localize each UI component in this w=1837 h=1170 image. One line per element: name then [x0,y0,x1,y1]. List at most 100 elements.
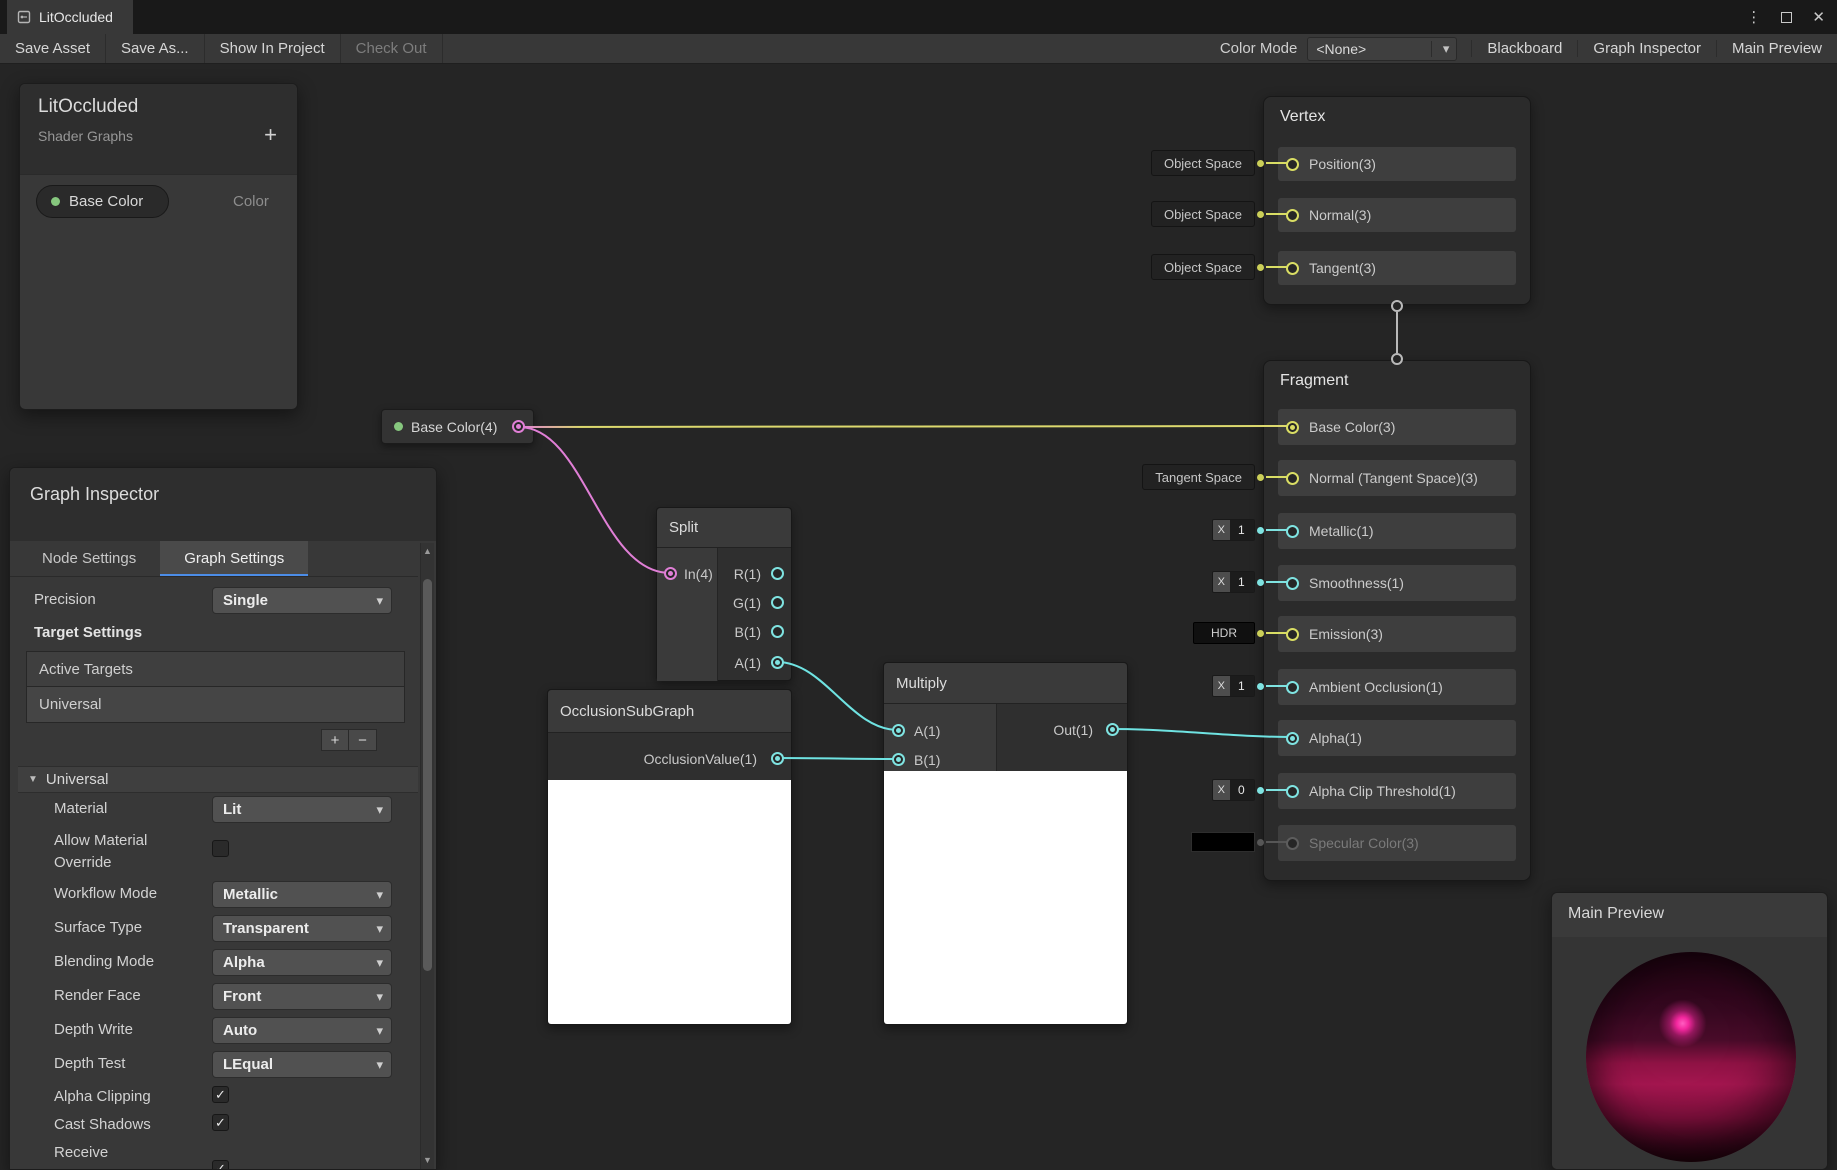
port-split-in[interactable] [664,567,677,580]
alpha-clipping-checkbox[interactable]: ✓ [212,1086,229,1103]
property-base-color[interactable]: Base Color [36,185,169,218]
port-emission[interactable] [1286,628,1299,641]
window-menu-icon[interactable]: ⋮ [1746,8,1761,26]
blending-mode-dropdown[interactable]: Alpha [212,949,392,976]
universal-foldout[interactable]: ▼ Universal [18,766,418,793]
port-alpha[interactable] [1286,732,1299,745]
port-normal[interactable] [1286,209,1299,222]
node-occlusion-subgraph[interactable]: OcclusionSubGraph OcclusionValue(1) [547,689,792,1025]
depth-write-dropdown[interactable]: Auto [212,1017,392,1044]
main-preview-toggle-button[interactable]: Main Preview [1716,40,1837,57]
node-base-color-property[interactable]: Base Color(4) [381,409,534,444]
port-split-r[interactable] [771,567,784,580]
window-close-icon[interactable]: ✕ [1812,8,1825,26]
cast-shadows-checkbox[interactable]: ✓ [212,1114,229,1131]
space-dropdown-label[interactable]: Object Space [1151,254,1255,280]
node-title-bar[interactable]: Split [657,508,791,548]
port-occlusion-value[interactable] [771,752,784,765]
blackboard-toggle-button[interactable]: Blackboard [1471,40,1577,57]
color-mode-dropdown[interactable]: <None> [1307,37,1457,61]
x-value[interactable]: 1 [1230,520,1254,540]
x-value[interactable]: 0 [1230,780,1254,800]
port-multiply-a[interactable] [892,724,905,737]
remove-target-button[interactable]: − [349,729,377,751]
port-split-g[interactable] [771,596,784,609]
normal-space-dropdown[interactable]: Object Space [1151,201,1292,227]
ambient-occlusion-default-control[interactable]: X1 [1212,675,1292,697]
vertex-row-normal[interactable]: Normal(3) [1278,198,1516,232]
fragment-row-metallic[interactable]: Metallic(1) [1278,513,1516,549]
smoothness-default-control[interactable]: X1 [1212,571,1292,593]
edge-split-to-multiply[interactable] [777,662,898,730]
show-in-project-button[interactable]: Show In Project [205,34,341,63]
scroll-down-icon[interactable]: ▼ [421,1155,434,1165]
specular-color-control[interactable] [1191,832,1292,852]
graph-inspector-toggle-button[interactable]: Graph Inspector [1577,40,1716,57]
tab-graph-settings[interactable]: Graph Settings [160,541,308,576]
space-dropdown-label[interactable]: Object Space [1151,201,1255,227]
port-ambient-occlusion[interactable] [1286,681,1299,694]
fragment-row-ambient-occlusion[interactable]: Ambient Occlusion(1) [1278,669,1516,705]
fragment-row-normal[interactable]: Normal (Tangent Space)(3) [1278,460,1516,496]
color-swatch[interactable] [1191,832,1255,852]
allow-material-override-checkbox[interactable] [212,840,229,857]
x-value[interactable]: 1 [1230,676,1254,696]
blackboard-panel[interactable]: LitOccluded Shader Graphs + Base Color C… [19,83,298,410]
inspector-scrollbar[interactable]: ▲ ▼ [420,543,434,1169]
port-smoothness[interactable] [1286,577,1299,590]
save-asset-button[interactable]: Save Asset [0,34,106,63]
alpha-clip-default-control[interactable]: X0 [1212,779,1292,801]
fragment-row-smoothness[interactable]: Smoothness(1) [1278,565,1516,601]
port-position[interactable] [1286,158,1299,171]
port-multiply-b[interactable] [892,753,905,766]
add-target-button[interactable]: + [321,729,349,751]
port-split-b[interactable] [771,625,784,638]
emission-hdr-control[interactable]: HDR [1193,622,1292,644]
shader-preview-sphere[interactable] [1586,952,1796,1162]
float-field[interactable]: X1 [1212,571,1255,593]
node-split[interactable]: Split In(4) R(1) G(1) B(1) A(1) [656,507,792,681]
workflow-mode-dropdown[interactable]: Metallic [212,881,392,908]
fragment-row-alpha[interactable]: Alpha(1) [1278,720,1516,756]
check-out-button[interactable]: Check Out [341,34,443,63]
fragment-row-base-color[interactable]: Base Color(3) [1278,409,1516,445]
port-alpha-clip-threshold[interactable] [1286,785,1299,798]
active-target-universal[interactable]: Universal [26,687,405,723]
vertex-row-position[interactable]: Position(3) [1278,147,1516,181]
port-base-color[interactable] [1286,421,1299,434]
position-space-dropdown[interactable]: Object Space [1151,150,1292,176]
receive-shadows-checkbox[interactable]: ✓ [212,1160,229,1170]
node-fragment[interactable]: Fragment Base Color(3) Normal (Tangent S… [1263,360,1531,881]
port-normal-tangent-space[interactable] [1286,472,1299,485]
add-property-button[interactable]: + [264,124,277,146]
main-preview-panel[interactable]: Main Preview [1551,892,1828,1170]
fragment-row-emission[interactable]: Emission(3) [1278,616,1516,652]
float-field[interactable]: X0 [1212,779,1255,801]
normal-space-control[interactable]: Tangent Space [1142,464,1292,490]
port-tangent[interactable] [1286,262,1299,275]
port-metallic[interactable] [1286,525,1299,538]
port-specular-color[interactable] [1286,837,1299,850]
surface-type-dropdown[interactable]: Transparent [212,915,392,942]
node-title-bar[interactable]: Multiply [884,663,1127,704]
tab-node-settings[interactable]: Node Settings [18,541,160,576]
metallic-default-control[interactable]: X1 [1212,519,1292,541]
scroll-up-icon[interactable]: ▲ [421,546,434,556]
float-field[interactable]: X1 [1212,519,1255,541]
port-multiply-out[interactable] [1106,723,1119,736]
tangent-space-dropdown[interactable]: Object Space [1151,254,1292,280]
hdr-color-field[interactable]: HDR [1193,622,1255,644]
scrollbar-thumb[interactable] [423,579,432,971]
precision-dropdown[interactable]: Single [212,587,392,614]
node-title-bar[interactable]: OcclusionSubGraph [548,690,791,733]
depth-test-dropdown[interactable]: LEqual [212,1051,392,1078]
edge-basecolor-to-fragment[interactable] [519,426,1292,427]
document-tab[interactable]: LitOccluded [7,0,133,34]
port-split-a[interactable] [771,656,784,669]
float-field[interactable]: X1 [1212,675,1255,697]
edge-basecolor-to-split[interactable] [519,427,670,573]
edge-occlusion-to-multiply[interactable] [777,758,898,759]
window-maximize-icon[interactable] [1781,12,1792,23]
x-value[interactable]: 1 [1230,572,1254,592]
save-as-button[interactable]: Save As... [106,34,205,63]
